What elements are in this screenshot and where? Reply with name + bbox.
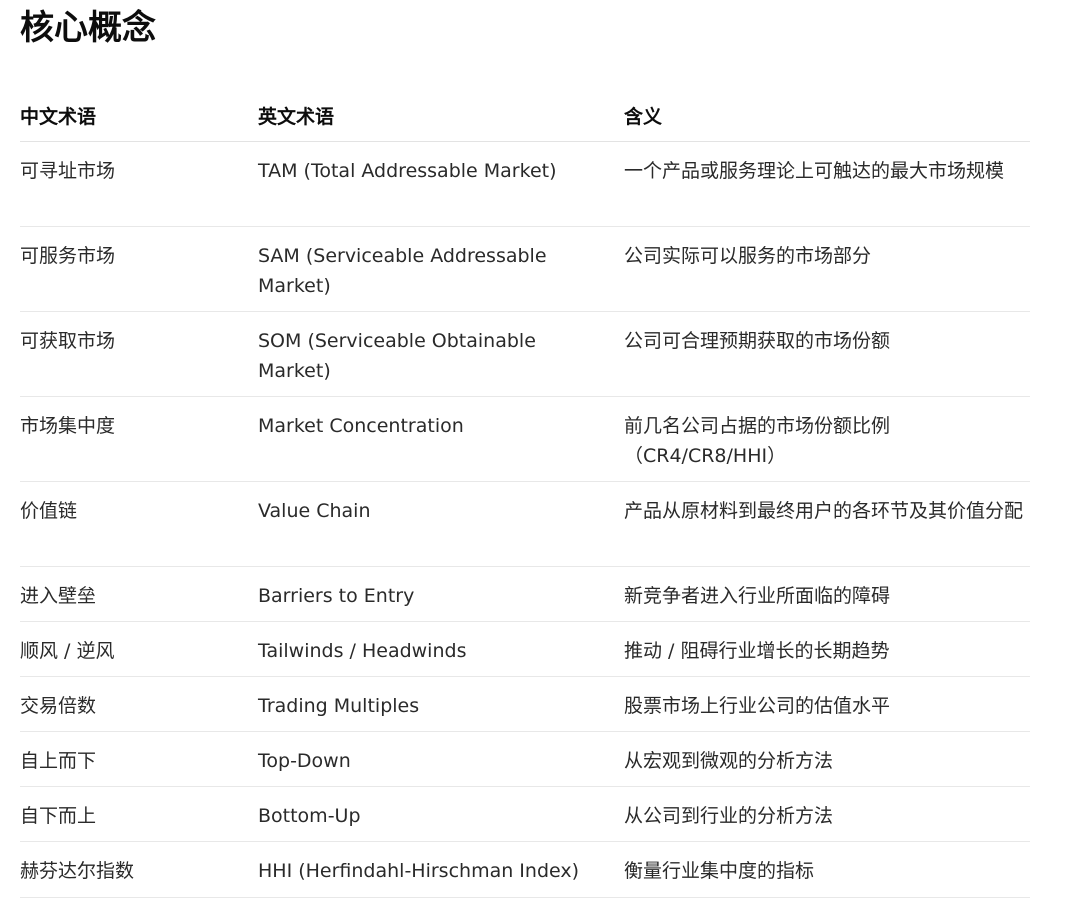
cell-meaning: 新竞争者进入行业所面临的障碍	[624, 566, 1030, 622]
table-row: 可寻址市场 TAM (Total Addressable Market) 一个产…	[20, 141, 1030, 227]
page-title: 核心概念	[20, 8, 156, 48]
table-row: 赫芬达尔指数 HHI (Herfindahl-Hirschman Index) …	[20, 841, 1030, 898]
cell-meaning: 推动 / 阻碍行业增长的长期趋势	[624, 621, 1030, 677]
cell-chinese-term: 自上而下	[20, 731, 258, 787]
cell-meaning: 公司可合理预期获取的市场份额	[624, 311, 1030, 397]
cell-meaning: 公司实际可以服务的市场部分	[624, 226, 1030, 312]
cell-meaning: 产品从原材料到最终用户的各环节及其价值分配	[624, 481, 1030, 567]
table-row: 自下而上 Bottom-Up 从公司到行业的分析方法	[20, 786, 1030, 842]
cell-chinese-term: 自下而上	[20, 786, 258, 842]
table-row: 进入壁垒 Barriers to Entry 新竞争者进入行业所面临的障碍	[20, 566, 1030, 622]
cell-chinese-term: 市场集中度	[20, 396, 258, 482]
table-row: 价值链 Value Chain 产品从原材料到最终用户的各环节及其价值分配	[20, 481, 1030, 567]
cell-chinese-term: 进入壁垒	[20, 566, 258, 622]
cell-chinese-term: 可服务市场	[20, 226, 258, 312]
cell-meaning: 衡量行业集中度的指标	[624, 841, 1030, 898]
table-row: 可获取市场 SOM (Serviceable Obtainable Market…	[20, 311, 1030, 397]
cell-chinese-term: 赫芬达尔指数	[20, 841, 258, 898]
cell-english-term: SOM (Serviceable Obtainable Market)	[258, 311, 624, 397]
cell-meaning: 从公司到行业的分析方法	[624, 786, 1030, 842]
header-meaning: 含义	[624, 90, 1030, 142]
table-row: 交易倍数 Trading Multiples 股票市场上行业公司的估值水平	[20, 676, 1030, 732]
table-row: 自上而下 Top-Down 从宏观到微观的分析方法	[20, 731, 1030, 787]
header-english-term: 英文术语	[258, 90, 624, 142]
cell-chinese-term: 可寻址市场	[20, 141, 258, 227]
cell-english-term: Barriers to Entry	[258, 566, 624, 622]
cell-meaning: 从宏观到微观的分析方法	[624, 731, 1030, 787]
cell-english-term: Top-Down	[258, 731, 624, 787]
cell-english-term: HHI (Herfindahl-Hirschman Index)	[258, 841, 624, 898]
cell-chinese-term: 可获取市场	[20, 311, 258, 397]
cell-english-term: Bottom-Up	[258, 786, 624, 842]
cell-chinese-term: 顺风 / 逆风	[20, 621, 258, 677]
terms-table: 中文术语 英文术语 含义 可寻址市场 TAM (Total Addressabl…	[20, 90, 1030, 898]
cell-english-term: TAM (Total Addressable Market)	[258, 141, 624, 227]
header-chinese-term: 中文术语	[20, 90, 258, 142]
cell-chinese-term: 价值链	[20, 481, 258, 567]
cell-english-term: Market Concentration	[258, 396, 624, 482]
table-header-row: 中文术语 英文术语 含义	[20, 90, 1030, 142]
cell-english-term: Tailwinds / Headwinds	[258, 621, 624, 677]
cell-meaning: 一个产品或服务理论上可触达的最大市场规模	[624, 141, 1030, 227]
cell-english-term: SAM (Serviceable Addressable Market)	[258, 226, 624, 312]
table-row: 市场集中度 Market Concentration 前几名公司占据的市场份额比…	[20, 396, 1030, 482]
cell-meaning: 股票市场上行业公司的估值水平	[624, 676, 1030, 732]
cell-english-term: Trading Multiples	[258, 676, 624, 732]
cell-chinese-term: 交易倍数	[20, 676, 258, 732]
cell-english-term: Value Chain	[258, 481, 624, 567]
table-row: 可服务市场 SAM (Serviceable Addressable Marke…	[20, 226, 1030, 312]
cell-meaning: 前几名公司占据的市场份额比例（CR4/CR8/HHI）	[624, 396, 1030, 482]
table-row: 顺风 / 逆风 Tailwinds / Headwinds 推动 / 阻碍行业增…	[20, 621, 1030, 677]
